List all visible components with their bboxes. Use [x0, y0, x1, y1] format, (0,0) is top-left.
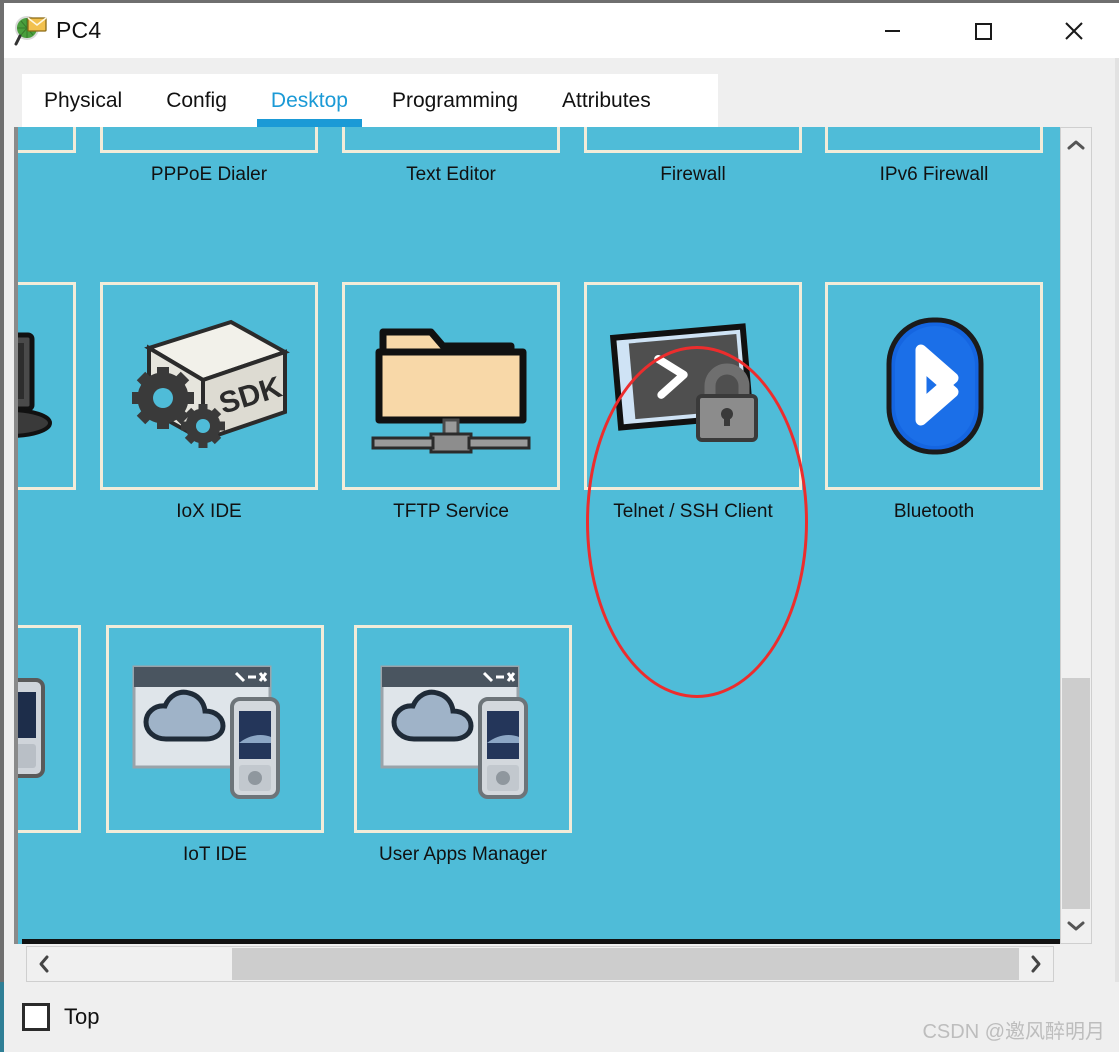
bluetooth-icon — [828, 285, 1040, 487]
minimize-button[interactable] — [846, 3, 937, 58]
tab-desktop[interactable]: Desktop — [249, 74, 370, 127]
footer-left-accent — [0, 982, 4, 1052]
desktop-item-ipv6-firewall[interactable]: IPv6 Firewall — [825, 127, 1043, 186]
desktop-item-iot-ide[interactable]: IoT IDE — [106, 625, 324, 866]
window-title: PC4 — [56, 17, 102, 43]
top-checkbox[interactable] — [22, 1003, 50, 1031]
close-icon — [1064, 21, 1083, 40]
scroll-up-button[interactable] — [1061, 128, 1091, 162]
telnet-ssh-terminal-lock-icon — [587, 285, 799, 487]
tile-frame — [18, 282, 76, 490]
horizontal-scrollbar[interactable] — [26, 946, 1054, 982]
tile-frame — [18, 625, 81, 833]
desktop-item-iox-ide[interactable]: SDK IoX IDE — [100, 282, 318, 523]
tile-frame — [825, 127, 1043, 153]
maximize-icon — [974, 22, 992, 40]
desktop-item-pppoe-dialer[interactable]: PPPoE Dialer — [100, 127, 318, 186]
desktop-item-label: PPPoE Dialer — [150, 164, 268, 185]
clipped-icon — [18, 127, 73, 150]
desktop-item-label: TFTP Service — [393, 501, 509, 522]
tile-frame — [354, 625, 572, 833]
user-apps-manager-cloud-phone-icon — [357, 628, 569, 830]
vertical-scrollbar[interactable] — [1060, 127, 1092, 944]
clipped-monitor-icon — [18, 285, 73, 487]
chevron-up-icon — [1067, 140, 1085, 150]
desktop-item-firewall[interactable]: Firewall — [584, 127, 802, 186]
minimize-icon — [884, 29, 900, 32]
tftp-service-folder-icon — [345, 285, 557, 487]
tile-frame — [584, 127, 802, 153]
desktop-item-label: Firewall — [660, 164, 726, 185]
scroll-down-button[interactable] — [1061, 909, 1091, 943]
desktop-item-label: Bluetooth — [893, 501, 975, 522]
iox-ide-sdk-box-icon: SDK — [103, 285, 315, 487]
tile-frame — [342, 282, 560, 490]
text-editor-icon — [345, 127, 557, 150]
packet-tracer-device-icon — [14, 15, 48, 47]
ipv6-firewall-icon — [828, 127, 1040, 150]
desktop-item-label: Text Editor — [406, 164, 496, 185]
desktop-item-label: IoX IDE — [176, 501, 242, 522]
horizontal-scrollbar-thumb[interactable] — [232, 948, 1027, 980]
scroll-right-button[interactable] — [1019, 947, 1053, 981]
tile-frame — [825, 282, 1043, 490]
chevron-right-icon — [1031, 955, 1041, 973]
desktop-icon-canvas: PPPoE Dialer Text Editor Firewall IPv6 F… — [18, 127, 1060, 940]
tab-attributes[interactable]: Attributes — [540, 74, 673, 127]
tile-frame — [100, 127, 318, 153]
desktop-item-bluetooth[interactable]: Bluetooth — [825, 282, 1043, 523]
tile-frame — [584, 282, 802, 490]
close-button[interactable] — [1028, 3, 1119, 58]
desktop-item-label: IoT IDE — [182, 844, 248, 865]
desktop-icon-area: PPPoE Dialer Text Editor Firewall IPv6 F… — [14, 127, 1060, 944]
tab-config[interactable]: Config — [144, 74, 249, 127]
packet-tracer-device-window: PC4 Physical Config Desktop Programming … — [0, 0, 1119, 1052]
tile-frame — [18, 127, 76, 153]
chevron-down-icon — [1067, 921, 1085, 931]
top-checkbox-label: Top — [64, 1004, 100, 1029]
desktop-item-label: IPv6 Firewall — [879, 164, 989, 185]
vertical-scrollbar-thumb[interactable] — [1062, 678, 1090, 918]
desktop-item-text-editor[interactable]: Text Editor — [342, 127, 560, 186]
desktop-item-tftp-service[interactable]: TFTP Service — [342, 282, 560, 523]
desktop-item-clipped-row2-col0[interactable]: r — [18, 282, 76, 523]
desktop-item-clipped-row3-col0[interactable] — [18, 625, 81, 844]
clipped-phone-icon — [18, 628, 78, 830]
title-bar: PC4 — [0, 0, 1119, 61]
pppoe-dialer-icon — [103, 127, 315, 150]
desktop-item-label: r — [18, 501, 76, 523]
window-controls — [846, 3, 1119, 58]
desktop-item-user-apps-manager[interactable]: User Apps Manager — [354, 625, 572, 866]
window-right-frame — [1115, 58, 1119, 982]
chevron-left-icon — [39, 955, 49, 973]
tab-physical[interactable]: Physical — [22, 74, 144, 127]
scroll-left-button[interactable] — [27, 947, 61, 981]
tab-bar: Physical Config Desktop Programming Attr… — [22, 74, 718, 127]
watermark: CSDN @邀风醉明月 — [922, 1021, 1105, 1043]
top-checkbox-row[interactable]: Top — [22, 1003, 99, 1031]
window-left-border — [0, 3, 4, 61]
tile-frame — [342, 127, 560, 153]
iot-ide-cloud-phone-icon — [109, 628, 321, 830]
tile-frame — [106, 625, 324, 833]
canvas-bottom-border — [22, 939, 1060, 944]
tab-programming[interactable]: Programming — [370, 74, 540, 127]
window-left-frame — [0, 58, 4, 982]
firewall-icon — [587, 127, 799, 150]
desktop-item-label: Telnet / SSH Client — [613, 501, 773, 522]
tile-frame: SDK — [100, 282, 318, 490]
desktop-item-clipped-row1-col0[interactable] — [18, 127, 76, 164]
desktop-item-telnet-ssh-client[interactable]: Telnet / SSH Client — [584, 282, 802, 523]
desktop-panel: PPPoE Dialer Text Editor Firewall IPv6 F… — [14, 127, 1092, 944]
maximize-button[interactable] — [937, 3, 1028, 58]
desktop-item-label: User Apps Manager — [379, 844, 547, 865]
